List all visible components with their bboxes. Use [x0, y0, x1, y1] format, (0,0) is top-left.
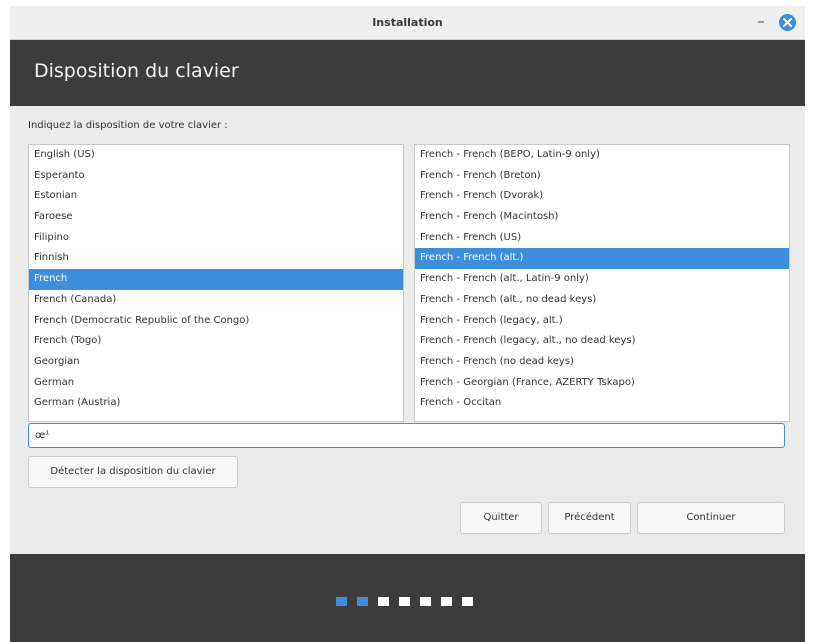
list-item[interactable]: French - Occitan: [415, 393, 789, 414]
progress-footer: [10, 554, 805, 642]
list-item[interactable]: French (Canada): [29, 290, 403, 311]
list-item[interactable]: Esperanto: [29, 166, 403, 187]
list-item[interactable]: French (Togo): [29, 331, 403, 352]
list-item[interactable]: French (Democratic Republic of the Congo…: [29, 311, 403, 332]
minimize-button[interactable]: –: [752, 13, 770, 31]
close-icon: [783, 18, 792, 27]
keyboard-variant-list[interactable]: French - French (BEPO, Latin-9 only) Fren…: [414, 144, 790, 422]
list-item[interactable]: French - French (Macintosh): [415, 207, 789, 228]
list-item[interactable]: French - French (legacy, alt., no dead k…: [415, 331, 789, 352]
close-button[interactable]: [779, 14, 796, 31]
list-item[interactable]: French - French (Breton): [415, 166, 789, 187]
list-item[interactable]: English (US): [29, 145, 403, 166]
list-item[interactable]: French: [29, 269, 403, 290]
detect-layout-button[interactable]: Détecter la disposition du clavier: [28, 456, 238, 488]
progress-step-dot: [441, 597, 452, 606]
list-item[interactable]: French - French (legacy, alt.): [415, 311, 789, 332]
list-item[interactable]: French - French (BEPO, Latin-9 only): [415, 145, 789, 166]
list-item[interactable]: French - French (alt., Latin-9 only): [415, 269, 789, 290]
progress-step-dot: [357, 597, 368, 606]
list-item[interactable]: German: [29, 373, 403, 394]
progress-step-dot: [420, 597, 431, 606]
title-bar: Installation –: [10, 6, 805, 40]
progress-indicator: [336, 597, 473, 606]
page-header: Disposition du clavier: [10, 40, 805, 106]
list-item[interactable]: Georgian: [29, 352, 403, 373]
window-title: Installation: [372, 16, 443, 29]
list-item[interactable]: French - Georgian (France, AZERTY Tskapo…: [415, 373, 789, 394]
keyboard-layout-list[interactable]: English (US) Esperanto Estonian Faroese Fili…: [28, 144, 404, 422]
list-item[interactable]: German (Austria): [29, 393, 403, 414]
list-item[interactable]: French - French (alt.): [415, 248, 789, 270]
list-item[interactable]: Filipino: [29, 228, 403, 249]
continue-button[interactable]: Continuer: [637, 502, 785, 534]
list-item[interactable]: French - French (Dvorak): [415, 186, 789, 207]
list-item[interactable]: Finnish: [29, 248, 403, 269]
keyboard-test-input[interactable]: [28, 423, 785, 448]
installer-window: Installation – Disposition du clavier In…: [10, 6, 805, 642]
list-item[interactable]: Estonian: [29, 186, 403, 207]
progress-step-dot: [399, 597, 410, 606]
progress-step-dot: [336, 597, 347, 606]
previous-button[interactable]: Précédent: [548, 502, 631, 534]
page-title: Disposition du clavier: [34, 60, 239, 82]
list-item[interactable]: French - French (no dead keys): [415, 352, 789, 373]
quit-button[interactable]: Quitter: [460, 502, 542, 534]
list-item[interactable]: French - French (US): [415, 228, 789, 249]
progress-step-dot: [462, 597, 473, 606]
list-item[interactable]: French - French (alt., no dead keys): [415, 290, 789, 311]
list-item[interactable]: Faroese: [29, 207, 403, 228]
layout-prompt-label: Indiquez la disposition de votre clavier…: [28, 120, 228, 131]
progress-step-dot: [378, 597, 389, 606]
